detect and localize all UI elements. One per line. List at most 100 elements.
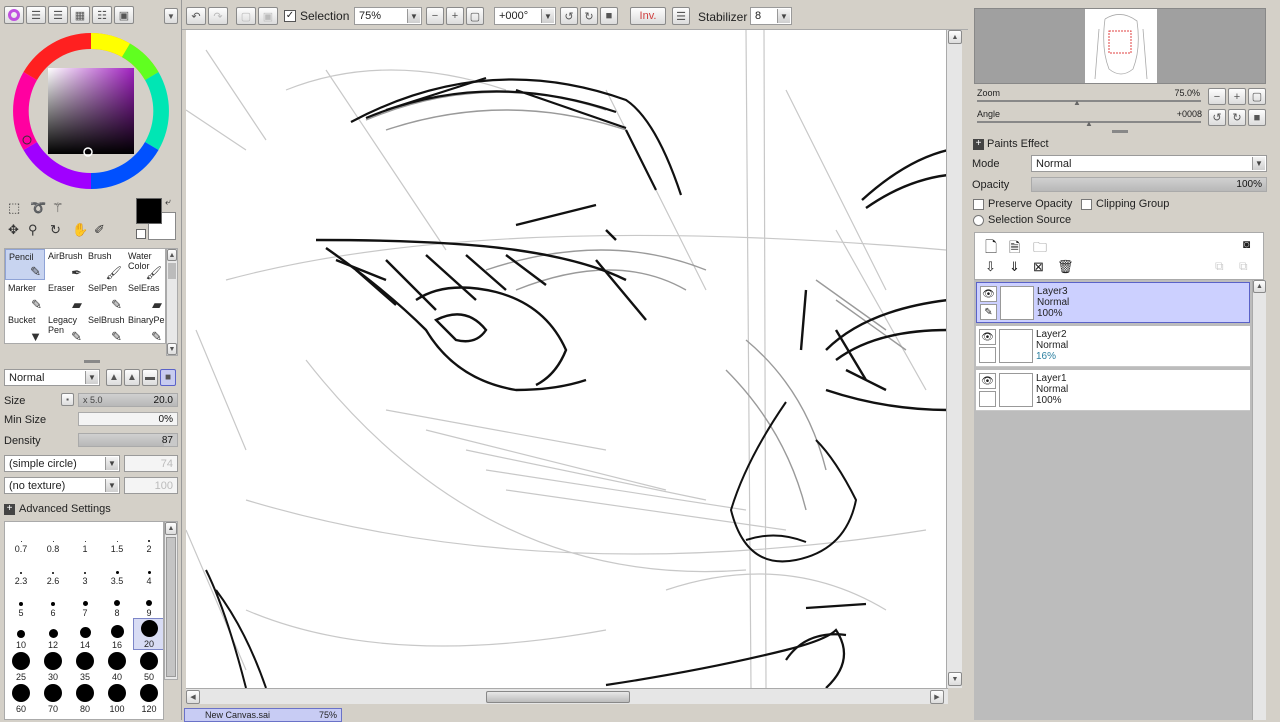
tool-brush[interactable]: Brush 🖌 — [85, 249, 125, 280]
selection-source-checkbox[interactable]: Selection Source — [973, 214, 1071, 226]
blend-mode-select[interactable]: Normal ▼ — [4, 369, 100, 386]
tool-airbrush[interactable]: AirBrush ✒ — [45, 249, 85, 280]
brush-size-preset[interactable]: 0.7 — [5, 522, 37, 554]
nav-angle-slider[interactable]: ▲ — [977, 119, 1201, 128]
panel-divider[interactable] — [84, 360, 100, 363]
scroll-left-button[interactable]: ◀ — [186, 690, 200, 704]
advanced-settings-toggle[interactable]: + Advanced Settings — [4, 502, 111, 516]
brush-size-preset[interactable]: 4 — [133, 554, 163, 586]
zoom-icon[interactable]: ⚲ — [28, 222, 38, 238]
layer-opacity-slider[interactable]: 100% — [1031, 177, 1267, 192]
brush-size-preset[interactable]: 12 — [37, 618, 69, 650]
new-folder-icon[interactable]: 🗀 — [1033, 237, 1047, 261]
brush-size-preset[interactable]: 16 — [101, 618, 133, 650]
apply-mask-icon[interactable]: ⧉ — [1215, 259, 1224, 274]
brush-shape-flat-button[interactable]: ▲ — [106, 369, 122, 386]
brush-shape-soft-button[interactable]: ▬ — [142, 369, 158, 386]
panel-divider[interactable] — [1112, 130, 1128, 133]
eyedropper-icon[interactable]: ✐ — [94, 222, 105, 238]
scroll-down-button[interactable]: ▼ — [948, 672, 962, 686]
brush-texture-select[interactable]: (no texture) ▼ — [4, 477, 120, 494]
size-lock-button[interactable]: ▪ — [61, 393, 74, 406]
tool-binarype[interactable]: BinaryPe ✎ — [125, 313, 165, 344]
tool-pencil[interactable]: Pencil ✎ — [5, 249, 45, 280]
rgb-slider-mode-button[interactable]: ☰ — [26, 6, 46, 24]
brush-size-preset[interactable]: 30 — [37, 650, 69, 682]
brush-size-preset[interactable]: 5 — [5, 586, 37, 618]
brush-shape-round-button[interactable]: ▲ — [124, 369, 140, 386]
scroll-up-button[interactable]: ▲ — [1253, 280, 1266, 293]
slider-thumb-icon[interactable]: ▲ — [1085, 119, 1093, 128]
canvas-vertical-scrollbar[interactable]: ▲ ▼ — [946, 30, 962, 688]
scratchpad-mode-button[interactable]: ☷ — [92, 6, 112, 24]
scroll-up-button[interactable]: ▲ — [167, 249, 177, 261]
size-slider[interactable]: x 5.0 20.0 — [78, 393, 178, 407]
nav-rotate-right-button[interactable]: ↻ — [1228, 109, 1246, 126]
merge-down-icon[interactable]: ⇓ — [1009, 259, 1020, 275]
toolbar-menu-button[interactable]: ☰ — [672, 7, 690, 25]
layer-item[interactable]: 👁 ✎ Layer3 Normal 100% — [976, 282, 1250, 323]
eye-icon[interactable]: 👁 — [979, 329, 996, 345]
color-wheel-mode-button[interactable] — [4, 6, 24, 24]
layer-item[interactable]: 👁 Layer1 Normal 100% — [976, 370, 1250, 411]
navigator-preview[interactable] — [974, 8, 1266, 84]
brush-size-preset[interactable]: 3 — [69, 554, 101, 586]
brush-size-preset[interactable]: 70 — [37, 682, 69, 714]
layer-panel-menu-icon[interactable]: ◙ — [1243, 237, 1250, 251]
nav-rotate-reset-button[interactable]: ■ — [1248, 109, 1266, 126]
brush-size-preset[interactable]: 40 — [101, 650, 133, 682]
tool-marker[interactable]: Marker ✎ — [5, 281, 45, 312]
brush-size-preset[interactable]: 14 — [69, 618, 101, 650]
magic-wand-icon[interactable]: ⚚ — [52, 200, 64, 216]
zoom-out-button[interactable]: − — [426, 7, 444, 25]
brush-shape-select[interactable]: (simple circle) ▼ — [4, 455, 120, 472]
layer-list-scrollbar[interactable]: ▲ — [1252, 280, 1266, 720]
brush-size-preset[interactable]: 2 — [133, 522, 163, 554]
zoom-in-button[interactable]: + — [446, 7, 464, 25]
transparent-color-icon[interactable] — [136, 229, 146, 239]
brush-size-preset[interactable]: 1 — [69, 522, 101, 554]
hsv-slider-mode-button[interactable]: ☰ — [48, 6, 68, 24]
canvas-horizontal-scrollbar[interactable]: ◀ ▶ — [186, 688, 948, 704]
brush-size-preset[interactable]: 6 — [37, 586, 69, 618]
tool-seleras[interactable]: SelEras ▰ — [125, 281, 165, 312]
brush-size-preset[interactable]: 1.5 — [101, 522, 133, 554]
rotate-reset-button[interactable]: ■ — [600, 7, 618, 25]
lasso-icon[interactable]: ➰ — [30, 200, 46, 216]
stabilizer-select[interactable]: 8 ▼ — [750, 7, 792, 25]
zoom-select[interactable]: 75% ▼ — [354, 7, 422, 25]
layer-item[interactable]: 👁 Layer2 Normal 16% — [976, 326, 1250, 367]
delete-layer-icon[interactable]: 🗑 — [1057, 259, 1074, 275]
nav-zoom-slider[interactable]: ▲ — [977, 98, 1201, 107]
scroll-thumb[interactable] — [168, 263, 176, 279]
nav-rotate-left-button[interactable]: ↺ — [1208, 109, 1226, 126]
delete-mask-icon[interactable]: ⧉ — [1239, 259, 1248, 274]
pencil-icon[interactable]: ✎ — [980, 304, 997, 320]
swap-colors-icon[interactable]: ⤶ — [165, 197, 171, 208]
brush-size-preset[interactable]: 8 — [101, 586, 133, 618]
brush-size-preset[interactable]: 0.8 — [37, 522, 69, 554]
tool-water-color[interactable]: Water Color 🖌 — [125, 249, 165, 280]
clipping-group-checkbox[interactable]: Clipping Group — [1081, 198, 1169, 210]
brush-size-scrollbar[interactable]: ▲ — [164, 521, 178, 680]
eye-icon[interactable]: 👁 — [980, 286, 997, 302]
brush-shape-square-button[interactable]: ■ — [160, 369, 176, 386]
min-size-slider[interactable]: 0% — [78, 412, 178, 426]
tool-eraser[interactable]: Eraser ▰ — [45, 281, 85, 312]
brush-size-preset[interactable]: 60 — [5, 682, 37, 714]
eye-icon[interactable]: 👁 — [979, 373, 996, 389]
brush-size-preset[interactable]: 3.5 — [101, 554, 133, 586]
tool-selbrush[interactable]: SelBrush ✎ — [85, 313, 125, 344]
redo-button[interactable]: ↷ — [208, 7, 228, 25]
rotate-right-button[interactable]: ↻ — [580, 7, 598, 25]
undo-button[interactable]: ↶ — [186, 7, 206, 25]
tool-legacy-pen[interactable]: Legacy Pen ✎ — [45, 313, 85, 344]
brush-size-preset[interactable]: 25 — [5, 650, 37, 682]
brush-size-preset[interactable]: 80 — [69, 682, 101, 714]
nav-zoom-in-button[interactable]: + — [1228, 88, 1246, 105]
tool-selpen[interactable]: SelPen ✎ — [85, 281, 125, 312]
rotation-select[interactable]: +000° ▼ — [494, 7, 556, 25]
brush-size-preset[interactable]: 35 — [69, 650, 101, 682]
selection-toggle[interactable]: ✓ Selection — [284, 9, 349, 23]
lock-icon[interactable] — [979, 347, 996, 363]
